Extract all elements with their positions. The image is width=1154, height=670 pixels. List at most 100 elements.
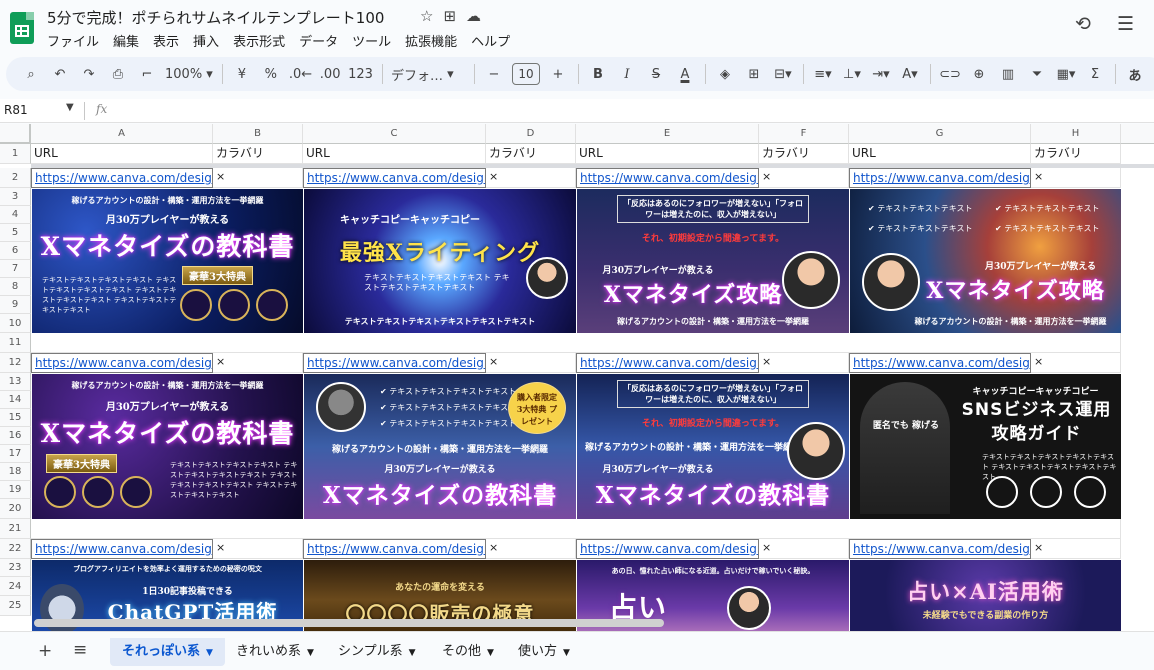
tab-kireime[interactable]: きれいめ系 ▼ xyxy=(224,638,326,666)
add-sheet-icon[interactable]: + xyxy=(38,641,52,661)
row-header-20[interactable]: 20 xyxy=(0,499,31,519)
row-header-15[interactable]: 15 xyxy=(0,409,31,427)
insert-comment-icon[interactable]: ⊕ xyxy=(968,62,990,86)
paint-format-icon[interactable]: ⌐ xyxy=(136,62,158,86)
cell-g1[interactable]: URL xyxy=(849,144,1031,164)
name-box[interactable]: R81 xyxy=(4,103,28,117)
cell-h22[interactable]: × xyxy=(1031,539,1121,559)
filter-icon[interactable]: ⏷ xyxy=(1026,62,1048,86)
column-header-d[interactable]: D xyxy=(486,124,576,144)
select-all-corner[interactable] xyxy=(0,124,31,144)
row-header-22[interactable]: 22 xyxy=(0,539,31,559)
text-rotation-icon[interactable]: A▾ xyxy=(899,62,921,86)
column-header-e[interactable]: E xyxy=(576,124,759,144)
column-header-h[interactable]: H xyxy=(1031,124,1121,144)
all-sheets-icon[interactable]: ≡ xyxy=(73,640,87,660)
sheets-logo-icon[interactable] xyxy=(10,12,34,44)
undo-icon[interactable]: ↶ xyxy=(49,62,71,86)
comments-icon[interactable]: ☰ xyxy=(1117,13,1134,35)
currency-button[interactable]: ¥ xyxy=(231,62,253,86)
thumbnail-x-writing-warp[interactable]: キャッチコピーキャッチコピー 最強Xライティング テキストテキストテキストテキス… xyxy=(304,189,576,333)
font-size-input[interactable]: 10 xyxy=(511,63,540,85)
cell-a1[interactable]: URL xyxy=(31,144,213,164)
cell-e1[interactable]: URL xyxy=(576,144,759,164)
cell-c12-link[interactable]: https://www.canva.com/design/DA xyxy=(303,353,486,373)
thumbnail-sns-business-guide[interactable]: 匿名でも 稼げる キャッチコピーキャッチコピー SNSビジネス運用 攻略ガイド … xyxy=(850,374,1121,519)
print-icon[interactable]: ⎙ xyxy=(107,62,129,86)
column-header-b[interactable]: B xyxy=(213,124,303,144)
row-header-6[interactable]: 6 xyxy=(0,242,31,260)
cell-e22-link[interactable]: https://www.canva.com/design/DA xyxy=(576,539,759,559)
column-header-c[interactable]: C xyxy=(303,124,486,144)
redo-icon[interactable]: ↷ xyxy=(78,62,100,86)
row-21-empty[interactable] xyxy=(31,519,1121,539)
sheet-grid[interactable]: A B C D E F G H 1 2 3 4 5 6 7 8 9 10 11 … xyxy=(0,124,1154,631)
merge-cells-icon[interactable]: ⊟▾ xyxy=(772,62,794,86)
fill-color-icon[interactable]: ◈ xyxy=(714,62,736,86)
cell-f12[interactable]: × xyxy=(759,353,849,373)
cell-d2[interactable]: × xyxy=(486,168,576,188)
cell-h2[interactable]: × xyxy=(1031,168,1121,188)
row-header-3[interactable]: 3 xyxy=(0,188,31,206)
filter-views-icon[interactable]: ▦▾ xyxy=(1055,62,1077,86)
increase-decimals-button[interactable]: .00 xyxy=(319,62,341,86)
menu-extensions[interactable]: 拡張機能 xyxy=(405,31,457,50)
thumbnail-x-monetize-textbook-purple[interactable]: 稼げるアカウントの設計・構築・運用方法を一挙網羅 月30万プレイヤーが教える X… xyxy=(32,374,303,519)
cell-a22-link[interactable]: https://www.canva.com/design/DA xyxy=(31,539,213,559)
cell-g2-link[interactable]: https://www.canva.com/design/DA xyxy=(849,168,1031,188)
cell-d12[interactable]: × xyxy=(486,353,576,373)
row-header-24[interactable]: 24 xyxy=(0,577,31,596)
row-header-16[interactable]: 16 xyxy=(0,427,31,445)
cell-b2[interactable]: × xyxy=(213,168,303,188)
row-header-13[interactable]: 13 xyxy=(0,373,31,391)
thumbnail-x-monetize-textbook-blue[interactable]: 稼げるアカウントの設計・構築・運用方法を一挙網羅 月30万プレイヤーが教える X… xyxy=(32,189,303,333)
row-header-19[interactable]: 19 xyxy=(0,481,31,499)
name-box-dropdown-icon[interactable]: ▼ xyxy=(66,102,74,113)
text-wrap-icon[interactable]: ⇥▾ xyxy=(870,62,892,86)
menu-view[interactable]: 表示 xyxy=(153,31,179,50)
menu-insert[interactable]: 挿入 xyxy=(193,31,219,50)
row-header-4[interactable]: 4 xyxy=(0,206,31,224)
cell-c22-link[interactable]: https://www.canva.com/design/DA xyxy=(303,539,486,559)
cell-e2-link[interactable]: https://www.canva.com/design/DA xyxy=(576,168,759,188)
cloud-status-icon[interactable]: ☁ xyxy=(466,7,481,25)
cell-b1[interactable]: カラバリ xyxy=(213,144,303,164)
tab-how-to-use[interactable]: 使い方 ▼ xyxy=(506,638,582,666)
number-format-button[interactable]: 123 xyxy=(348,62,373,86)
cell-a2-link[interactable]: https://www.canva.com/design/DA xyxy=(31,168,213,188)
cell-d1[interactable]: カラバリ xyxy=(486,144,576,164)
row-header-2[interactable]: 2 xyxy=(0,168,31,188)
vertical-align-icon[interactable]: ⊥▾ xyxy=(841,62,863,86)
tab-other[interactable]: その他 ▼ xyxy=(430,638,506,666)
insert-link-icon[interactable]: ⊂⊃ xyxy=(939,62,961,86)
cell-c1[interactable]: URL xyxy=(303,144,486,164)
row-header-18[interactable]: 18 xyxy=(0,463,31,481)
font-select[interactable]: デフォ… ▾ xyxy=(391,62,465,86)
tab-sorepoi[interactable]: それっぽい系 ▼ xyxy=(110,638,225,666)
row-header-25[interactable]: 25 xyxy=(0,596,31,616)
row-header-11[interactable]: 11 xyxy=(0,333,31,353)
row-header-1[interactable]: 1 xyxy=(0,144,31,164)
history-icon[interactable]: ⟲ xyxy=(1075,13,1091,35)
row-header-21[interactable]: 21 xyxy=(0,519,31,539)
strikethrough-button[interactable]: S xyxy=(645,62,667,86)
thumbnail-x-monetize-textbook-storm[interactable]: テキストテキストテキストテキスト テキストテキストテキストテキスト テキストテキ… xyxy=(304,374,576,519)
cell-f22[interactable]: × xyxy=(759,539,849,559)
menu-format[interactable]: 表示形式 xyxy=(233,31,285,50)
cell-g22-link[interactable]: https://www.canva.com/design/DA xyxy=(849,539,1031,559)
percent-button[interactable]: % xyxy=(260,62,282,86)
menu-file[interactable]: ファイル xyxy=(47,31,99,50)
row-header-12[interactable]: 12 xyxy=(0,353,31,373)
zoom-select[interactable]: 100% ▾ xyxy=(165,62,213,86)
cell-b12[interactable]: × xyxy=(213,353,303,373)
menu-data[interactable]: データ xyxy=(299,31,338,50)
font-size-decrease-button[interactable]: − xyxy=(483,62,505,86)
thumbnail-fortune-ai[interactable]: 占い×AI活用術 未経験でもできる副業の作り方 xyxy=(850,560,1121,631)
star-icon[interactable]: ☆ xyxy=(420,7,433,25)
insert-chart-icon[interactable]: ▥ xyxy=(997,62,1019,86)
column-header-f[interactable]: F xyxy=(759,124,849,144)
cell-e12-link[interactable]: https://www.canva.com/design/DA xyxy=(576,353,759,373)
cell-g12-link[interactable]: https://www.canva.com/design/DA xyxy=(849,353,1031,373)
column-header-a[interactable]: A xyxy=(31,124,213,144)
cell-f1[interactable]: カラバリ xyxy=(759,144,849,164)
